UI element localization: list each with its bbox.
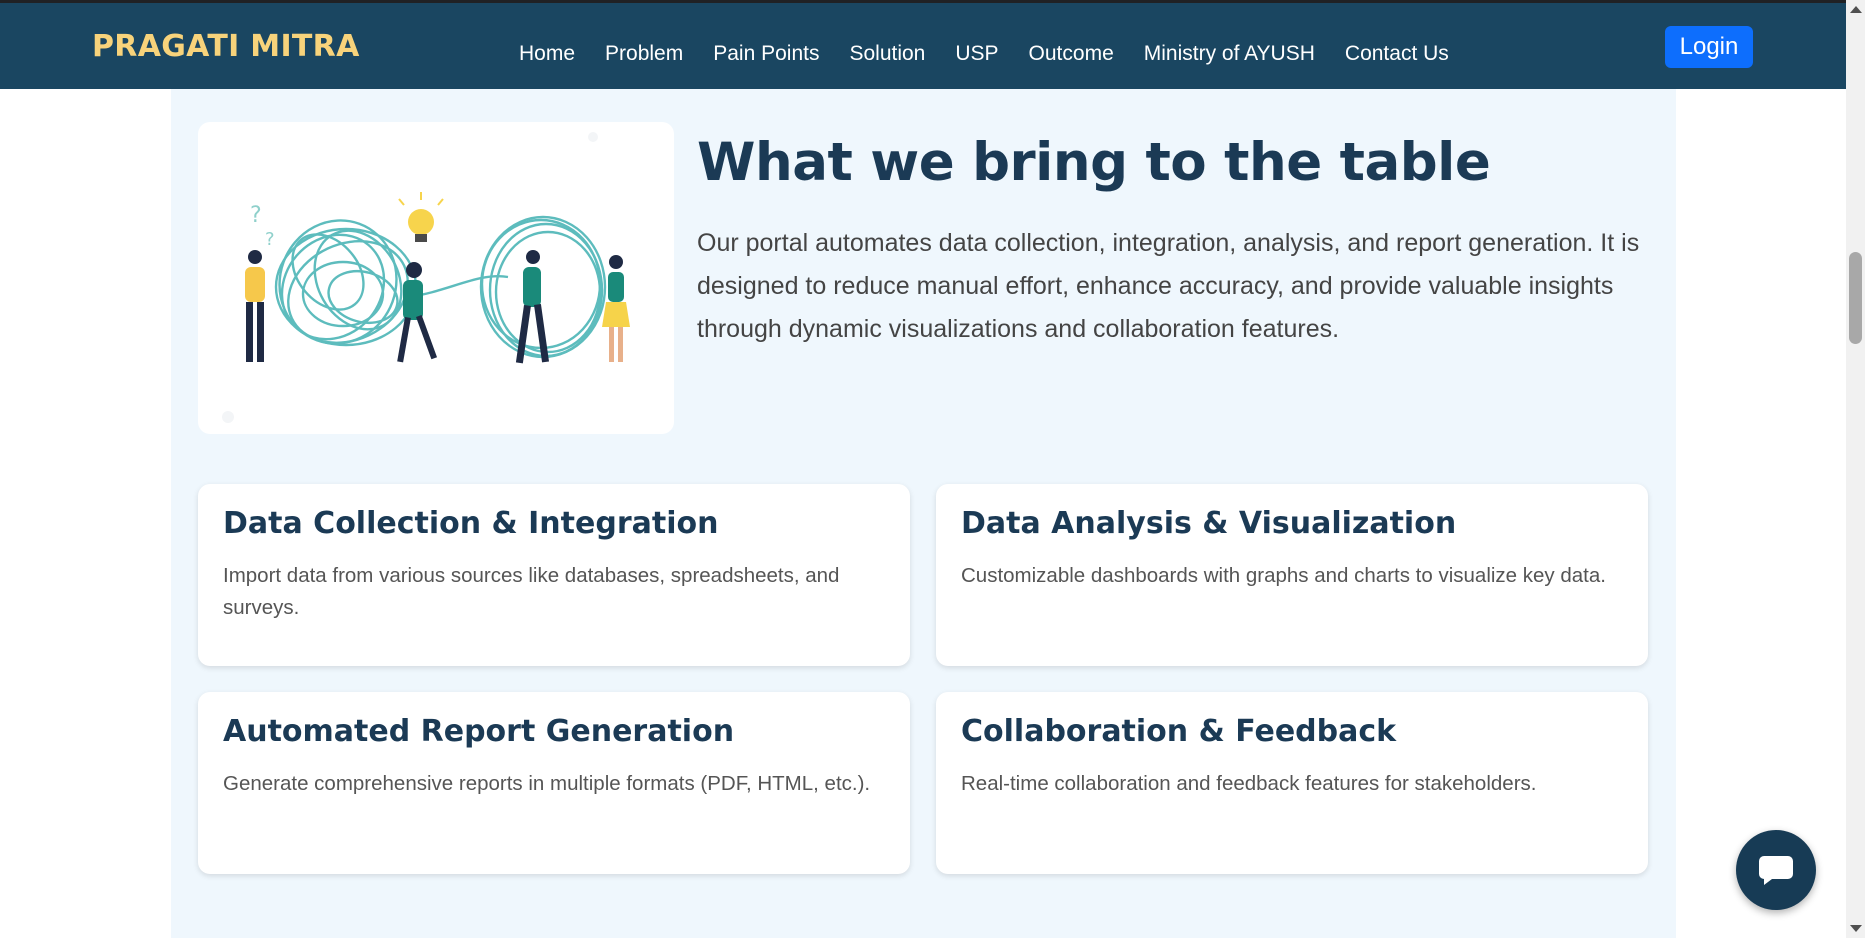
scroll-down-arrow-icon[interactable] <box>1850 925 1862 932</box>
nav-link-problem[interactable]: Problem <box>605 42 683 66</box>
section-description: Our portal automates data collection, in… <box>697 229 1640 343</box>
feature-card-text: Real-time collaboration and feedback fea… <box>961 772 1537 795</box>
feature-card-text: Generate comprehensive reports in multip… <box>223 772 871 795</box>
vertical-scrollbar[interactable] <box>1846 0 1865 938</box>
section-title: What we bring to the table <box>697 132 1491 193</box>
nav-link-pain-points[interactable]: Pain Points <box>713 42 819 66</box>
feature-card-report-generation: Automated Report Generation Generate com… <box>198 692 910 874</box>
nav-link-contact-us[interactable]: Contact Us <box>1345 42 1449 66</box>
login-button[interactable]: Login <box>1665 26 1753 68</box>
chat-button[interactable] <box>1736 830 1816 910</box>
feature-card-title: Automated Report Generation <box>223 714 735 749</box>
brand-logo[interactable]: PRAGATI MITRA <box>92 29 360 64</box>
svg-text:?: ? <box>265 229 275 250</box>
tangled-thread-illustration: ? ? <box>222 132 630 423</box>
feature-card-title: Collaboration & Feedback <box>961 714 1397 749</box>
feature-card-data-collection: Data Collection & Integration Import dat… <box>198 484 910 666</box>
nav-link-home[interactable]: Home <box>519 42 575 66</box>
hero-illustration: ? ? <box>198 122 674 434</box>
nav-link-ministry-of-ayush[interactable]: Ministry of AYUSH <box>1144 42 1315 66</box>
feature-card-data-analysis: Data Analysis & Visualization Customizab… <box>936 484 1648 666</box>
nav-link-outcome[interactable]: Outcome <box>1029 42 1114 66</box>
nav-links: Home Problem Pain Points Solution USP Ou… <box>519 42 1479 66</box>
nav-link-solution[interactable]: Solution <box>849 42 925 66</box>
svg-text:?: ? <box>250 203 262 228</box>
chat-bubble-icon <box>1759 856 1793 885</box>
scrollbar-thumb[interactable] <box>1849 252 1862 344</box>
feature-card-title: Data Collection & Integration <box>223 506 719 541</box>
nav-link-usp[interactable]: USP <box>955 42 998 66</box>
scroll-up-arrow-icon[interactable] <box>1850 6 1862 13</box>
feature-card-text: Customizable dashboards with graphs and … <box>961 564 1606 587</box>
feature-card-collaboration: Collaboration & Feedback Real-time colla… <box>936 692 1648 874</box>
navbar: PRAGATI MITRA Home Problem Pain Points S… <box>0 3 1846 89</box>
feature-card-title: Data Analysis & Visualization <box>961 506 1457 541</box>
feature-card-text: Import data from various sources like da… <box>223 564 840 619</box>
